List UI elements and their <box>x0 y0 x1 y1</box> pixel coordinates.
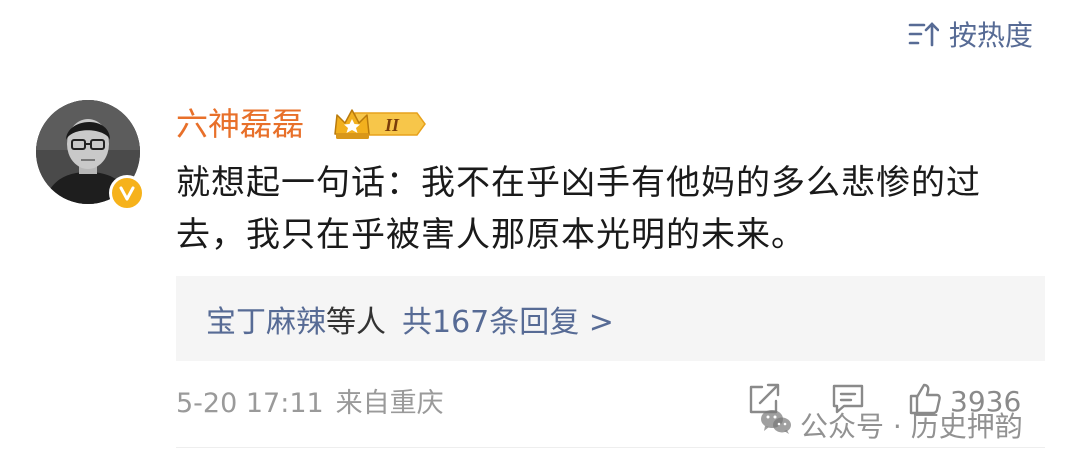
reply-user-names[interactable]: 宝丁麻辣 <box>206 297 326 341</box>
crown-level-badge-icon: II <box>333 106 429 142</box>
comment-page: 按热度 六神磊磊 II 就想起一句话：我不在乎凶手有他妈的多么悲惨的过去，我只在… <box>0 0 1080 465</box>
comment-bubble-icon <box>830 382 866 420</box>
comment-location: 来自重庆 <box>335 388 444 419</box>
comment-date: 5-20 17:11 <box>176 388 324 419</box>
share-icon <box>746 382 782 420</box>
divider <box>176 447 1045 448</box>
sort-label: 按热度 <box>949 19 1034 52</box>
thumbs-up-icon <box>908 382 942 420</box>
like-button[interactable]: 3936 <box>908 382 1021 420</box>
replies-box[interactable]: 宝丁麻辣 等人 共167条回复 > <box>176 276 1045 361</box>
reply-count-link[interactable]: 共167条回复 > <box>402 297 614 341</box>
reply-button[interactable] <box>830 382 866 420</box>
like-count: 3936 <box>950 384 1022 418</box>
username[interactable]: 六神磊磊 <box>176 102 304 146</box>
verified-badge-icon <box>109 175 145 211</box>
sort-by-hot-button[interactable]: 按热度 <box>907 16 1033 52</box>
comment-actions: 3936 <box>746 382 1021 420</box>
reply-suffix: 等人 <box>326 304 386 340</box>
sort-icon <box>907 20 939 48</box>
comment-meta: 5-20 17:11 来自重庆 <box>176 386 444 422</box>
comment-text: 就想起一句话：我不在乎凶手有他妈的多么悲惨的过去，我只在乎被害人那原本光明的未来… <box>176 163 981 255</box>
badge-level-text: II <box>384 115 400 135</box>
share-button[interactable] <box>746 382 782 420</box>
